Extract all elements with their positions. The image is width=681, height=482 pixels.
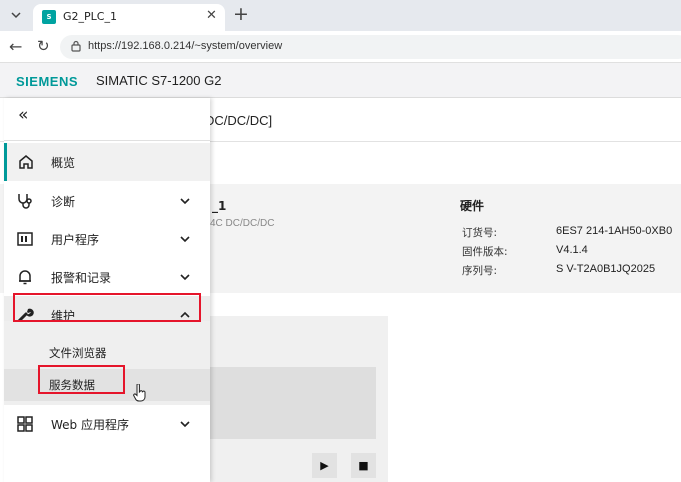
tab-title: G2_PLC_1 <box>63 10 117 23</box>
highlight-maintenance-box <box>13 293 201 322</box>
chevron-down-icon <box>180 421 190 428</box>
chevron-down-icon <box>180 198 190 205</box>
stethoscope-icon <box>18 194 32 209</box>
submenu-item-label: 文件浏览器 <box>49 346 107 360</box>
sidebar-item-label: 报警和记录 <box>51 271 112 285</box>
firmware-label: 固件版本: <box>462 246 508 258</box>
firmware-value: V4.1.4 <box>556 244 588 256</box>
stop-button[interactable]: ■ <box>351 453 376 478</box>
browser-tab-bar: S G2_PLC_1 ✕ + <box>0 0 681 31</box>
chevron-down-icon <box>180 274 190 281</box>
sidebar-item-diagnostics[interactable]: 诊断 <box>4 182 210 220</box>
tab-list-chevron-icon[interactable] <box>4 4 28 26</box>
siemens-favicon-icon: S <box>42 10 56 24</box>
sidebar-divider <box>4 140 210 141</box>
siemens-logo: SIEMENS <box>16 74 79 89</box>
new-tab-icon[interactable]: + <box>233 3 249 25</box>
sidebar: « 概览 诊断 用户程序 报警和记录 维护 文件浏览器 服务数据 Web 应用程… <box>4 98 210 482</box>
app-header: SIEMENS SIMATIC S7-1200 G2 <box>0 63 681 98</box>
run-button[interactable]: ▶ <box>312 453 337 478</box>
sidebar-item-label: Web 应用程序 <box>51 418 129 432</box>
hand-cursor-icon <box>133 384 146 402</box>
browser-tab[interactable]: S G2_PLC_1 ✕ <box>33 4 225 31</box>
bell-icon <box>19 270 31 285</box>
highlight-service-data-box <box>38 365 125 394</box>
operating-mode-display <box>205 367 376 439</box>
reload-icon[interactable]: ↻ <box>37 37 50 55</box>
sidebar-item-overview[interactable]: 概览 <box>4 143 210 181</box>
home-icon <box>19 155 33 169</box>
close-tab-icon[interactable]: ✕ <box>206 8 217 23</box>
cpu-subtitle: 4C DC/DC/DC <box>210 218 275 229</box>
lock-icon <box>71 40 81 52</box>
grid-icon <box>17 416 33 432</box>
sidebar-item-label: 用户程序 <box>51 233 100 247</box>
address-bar: ← ↻ https://192.168.0.214/~system/overvi… <box>0 31 681 63</box>
program-icon <box>17 232 33 246</box>
sidebar-item-web-apps[interactable]: Web 应用程序 <box>4 405 210 443</box>
chevron-down-icon <box>180 236 190 243</box>
order-number-label: 订货号: <box>462 227 498 239</box>
collapse-sidebar-icon[interactable]: « <box>18 105 28 125</box>
product-name: SIMATIC S7-1200 G2 <box>96 73 222 88</box>
url-text: https://192.168.0.214/~system/overview <box>88 40 283 52</box>
device-name: DC/DC/DC] <box>205 113 273 128</box>
serial-value: S V-T2A0B1JQ2025 <box>556 263 656 275</box>
order-number-value: 6ES7 214-1AH50-0XB0 <box>556 225 673 237</box>
cpu-title: _1 <box>212 199 227 213</box>
sidebar-item-alarms[interactable]: 报警和记录 <box>4 258 210 296</box>
serial-label: 序列号: <box>462 265 498 277</box>
sidebar-item-label: 诊断 <box>51 195 76 209</box>
sidebar-item-label: 概览 <box>51 156 76 170</box>
url-input[interactable]: https://192.168.0.214/~system/overview <box>60 35 681 59</box>
back-arrow-icon[interactable]: ← <box>9 37 22 56</box>
sidebar-item-user-program[interactable]: 用户程序 <box>4 220 210 258</box>
hardware-title: 硬件 <box>460 199 485 213</box>
